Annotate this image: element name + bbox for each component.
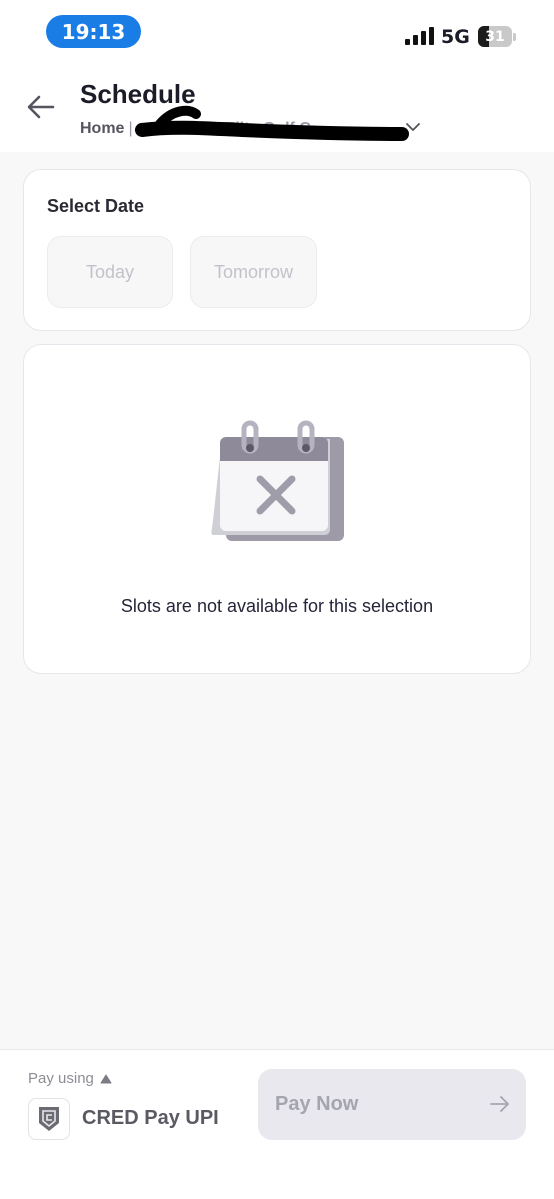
breadcrumb-home: Home: [80, 120, 125, 137]
battery-percent: 31: [485, 28, 505, 45]
empty-state-message: Slots are not available for this selecti…: [120, 596, 434, 616]
status-bar: 19:13 5G 31: [0, 0, 554, 62]
pay-using-label: Pay using: [28, 1070, 94, 1087]
date-option-tomorrow[interactable]: Tomorrow: [190, 236, 317, 308]
arrow-right-icon: [490, 1096, 509, 1112]
battery-nub: [513, 33, 516, 41]
status-time: 19:13: [46, 15, 141, 48]
select-date-title: Select Date: [47, 196, 145, 216]
cred-logo-icon: [39, 1107, 59, 1131]
slots-empty-card: Slots are not available for this selecti…: [23, 344, 531, 674]
signal-strength-icon: [405, 27, 434, 45]
payment-method-label[interactable]: CRED Pay UPI: [82, 1107, 219, 1130]
network-type: 5G: [441, 26, 470, 48]
redaction-mark: [135, 105, 409, 141]
calendar-cross-icon: [211, 420, 344, 541]
battery-icon: 31: [478, 26, 512, 47]
date-selector-card: Select Date Today Tomorrow: [23, 169, 531, 331]
caret-up-icon: [100, 1074, 112, 1083]
arrow-left-icon: [27, 95, 55, 119]
payment-method-logo[interactable]: [28, 1098, 70, 1140]
payment-bar: Pay using CRED Pay UPI Pay Now: [0, 1049, 554, 1199]
pay-using-toggle[interactable]: Pay using: [28, 1070, 112, 1087]
date-option-today[interactable]: Today: [47, 236, 173, 308]
back-button[interactable]: [24, 92, 58, 122]
pay-now-label: Pay Now: [275, 1093, 359, 1115]
pay-now-button[interactable]: Pay Now: [258, 1069, 526, 1140]
